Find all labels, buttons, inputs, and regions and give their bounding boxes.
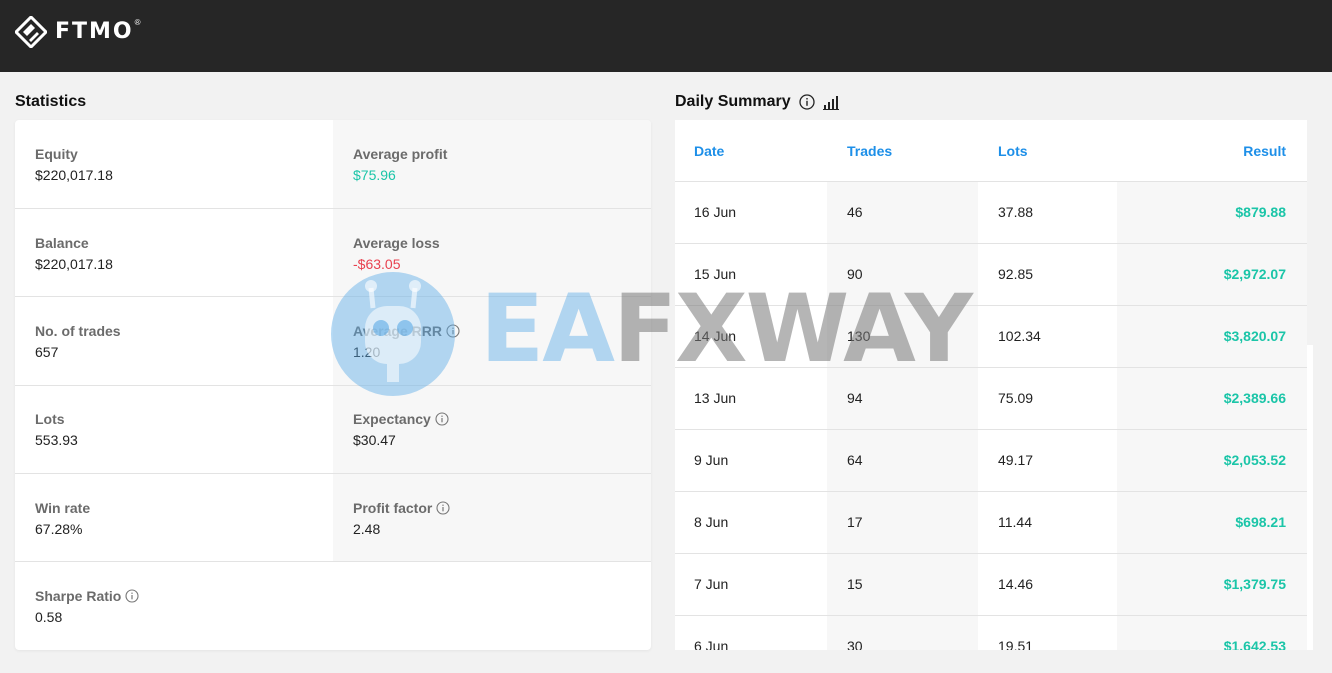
info-icon[interactable] bbox=[798, 94, 815, 110]
stat-value: $75.96 bbox=[353, 167, 396, 183]
cell-lots: 49.17 bbox=[998, 452, 1034, 468]
cell-date: 7 Jun bbox=[694, 576, 729, 592]
cell-result: $1,642.53 bbox=[1223, 638, 1286, 650]
cell-result: $2,389.66 bbox=[1223, 390, 1286, 406]
stat-value: 1.20 bbox=[353, 344, 381, 360]
stat-average-rrr: Average RRR 1.20 bbox=[353, 322, 460, 361]
cell-lots: 19.51 bbox=[998, 638, 1034, 650]
divider bbox=[675, 181, 1307, 182]
stat-label: Balance bbox=[35, 235, 89, 251]
stat-equity: Equity $220,017.18 bbox=[35, 145, 113, 184]
divider bbox=[675, 367, 1307, 368]
stat-average-loss: Average loss -$63.05 bbox=[353, 234, 440, 273]
stat-balance: Balance $220,017.18 bbox=[35, 234, 113, 273]
stat-win-rate: Win rate 67.28% bbox=[35, 499, 90, 538]
divider bbox=[675, 429, 1307, 430]
cell-trades: 46 bbox=[847, 204, 863, 220]
cell-lots: 14.46 bbox=[998, 576, 1034, 592]
cell-trades: 130 bbox=[847, 328, 871, 344]
cell-trades: 30 bbox=[847, 638, 863, 650]
stat-expectancy: Expectancy $30.47 bbox=[353, 410, 449, 449]
stat-lots: Lots 553.93 bbox=[35, 410, 78, 449]
cell-lots: 92.85 bbox=[998, 266, 1034, 282]
info-icon[interactable] bbox=[446, 324, 460, 338]
cell-date: 16 Jun bbox=[694, 204, 737, 220]
daily-summary-table: Date Trades Lots Result 16 Jun 46 37.88 … bbox=[675, 120, 1307, 650]
stat-value: 0.58 bbox=[35, 609, 63, 625]
info-icon[interactable] bbox=[125, 589, 139, 603]
cell-trades: 90 bbox=[847, 266, 863, 282]
top-bar: FTMO ® bbox=[0, 0, 1332, 72]
stat-average-profit: Average profit $75.96 bbox=[353, 145, 447, 184]
cell-result: $879.88 bbox=[1235, 204, 1286, 220]
stat-label: No. of trades bbox=[35, 323, 121, 339]
column-header-result[interactable]: Result bbox=[1243, 142, 1286, 160]
cell-lots: 75.09 bbox=[998, 390, 1034, 406]
stat-label: Equity bbox=[35, 146, 78, 162]
divider bbox=[15, 208, 651, 209]
stat-value: 67.28% bbox=[35, 521, 83, 537]
statistics-card: Equity $220,017.18 Average profit $75.96… bbox=[15, 120, 651, 650]
cell-trades: 64 bbox=[847, 452, 863, 468]
stat-value: -$63.05 bbox=[353, 256, 401, 272]
column-header-lots[interactable]: Lots bbox=[998, 142, 1028, 160]
cell-trades: 15 bbox=[847, 576, 863, 592]
stat-value: 553.93 bbox=[35, 432, 78, 448]
info-icon[interactable] bbox=[436, 501, 450, 515]
divider bbox=[15, 385, 651, 386]
stat-value: 657 bbox=[35, 344, 59, 360]
divider bbox=[675, 243, 1307, 244]
ftmo-logo[interactable]: FTMO ® bbox=[15, 16, 141, 48]
brand-name: FTMO bbox=[55, 19, 134, 44]
column-header-trades[interactable]: Trades bbox=[847, 142, 892, 160]
divider bbox=[675, 553, 1307, 554]
stat-label: Lots bbox=[35, 411, 65, 427]
cell-lots: 102.34 bbox=[998, 328, 1041, 344]
stat-value: $220,017.18 bbox=[35, 167, 113, 183]
stat-value: $30.47 bbox=[353, 432, 396, 448]
cell-lots: 11.44 bbox=[998, 514, 1032, 530]
cell-trades: 17 bbox=[847, 514, 863, 530]
divider bbox=[15, 296, 651, 297]
bar-chart-icon[interactable] bbox=[822, 94, 839, 110]
cell-date: 14 Jun bbox=[694, 328, 737, 344]
stat-label: Average loss bbox=[353, 235, 440, 251]
column-header-date[interactable]: Date bbox=[694, 142, 724, 160]
divider bbox=[15, 561, 651, 562]
daily-summary-title: Daily Summary bbox=[675, 93, 791, 110]
stat-profit-factor: Profit factor 2.48 bbox=[353, 499, 450, 538]
cell-result: $698.21 bbox=[1235, 514, 1286, 530]
cell-result: $2,053.52 bbox=[1223, 452, 1286, 468]
info-icon[interactable] bbox=[435, 412, 449, 426]
cell-date: 9 Jun bbox=[694, 452, 729, 468]
cell-result: $2,972.07 bbox=[1223, 266, 1286, 282]
stat-label: Expectancy bbox=[353, 411, 431, 427]
stat-sharpe-ratio: Sharpe Ratio 0.58 bbox=[35, 587, 139, 626]
divider bbox=[15, 473, 651, 474]
stat-label: Win rate bbox=[35, 500, 91, 516]
stat-label: Profit factor bbox=[353, 500, 433, 516]
cell-date: 6 Jun bbox=[694, 638, 729, 650]
cell-date: 15 Jun bbox=[694, 266, 737, 282]
stat-value: $220,017.18 bbox=[35, 256, 113, 272]
daily-summary-heading: Daily Summary bbox=[675, 92, 839, 112]
cell-result: $1,379.75 bbox=[1223, 576, 1286, 592]
divider bbox=[675, 491, 1307, 492]
stat-label: Average profit bbox=[353, 146, 448, 162]
cell-date: 13 Jun bbox=[694, 390, 737, 406]
divider bbox=[675, 615, 1307, 616]
registered-mark: ® bbox=[134, 17, 141, 27]
cell-result: $3,820.07 bbox=[1223, 328, 1286, 344]
cell-date: 8 Jun bbox=[694, 514, 729, 530]
cell-lots: 37.88 bbox=[998, 204, 1034, 220]
stat-no-of-trades: No. of trades 657 bbox=[35, 322, 121, 361]
ftmo-logo-icon bbox=[15, 16, 47, 48]
divider bbox=[675, 305, 1307, 306]
statistics-title: Statistics bbox=[15, 93, 87, 110]
table-scrollbar[interactable] bbox=[1307, 345, 1313, 650]
stat-label: Sharpe Ratio bbox=[35, 588, 122, 604]
stat-label: Average RRR bbox=[353, 323, 442, 339]
cell-trades: 94 bbox=[847, 390, 863, 406]
stat-value: 2.48 bbox=[353, 521, 381, 537]
